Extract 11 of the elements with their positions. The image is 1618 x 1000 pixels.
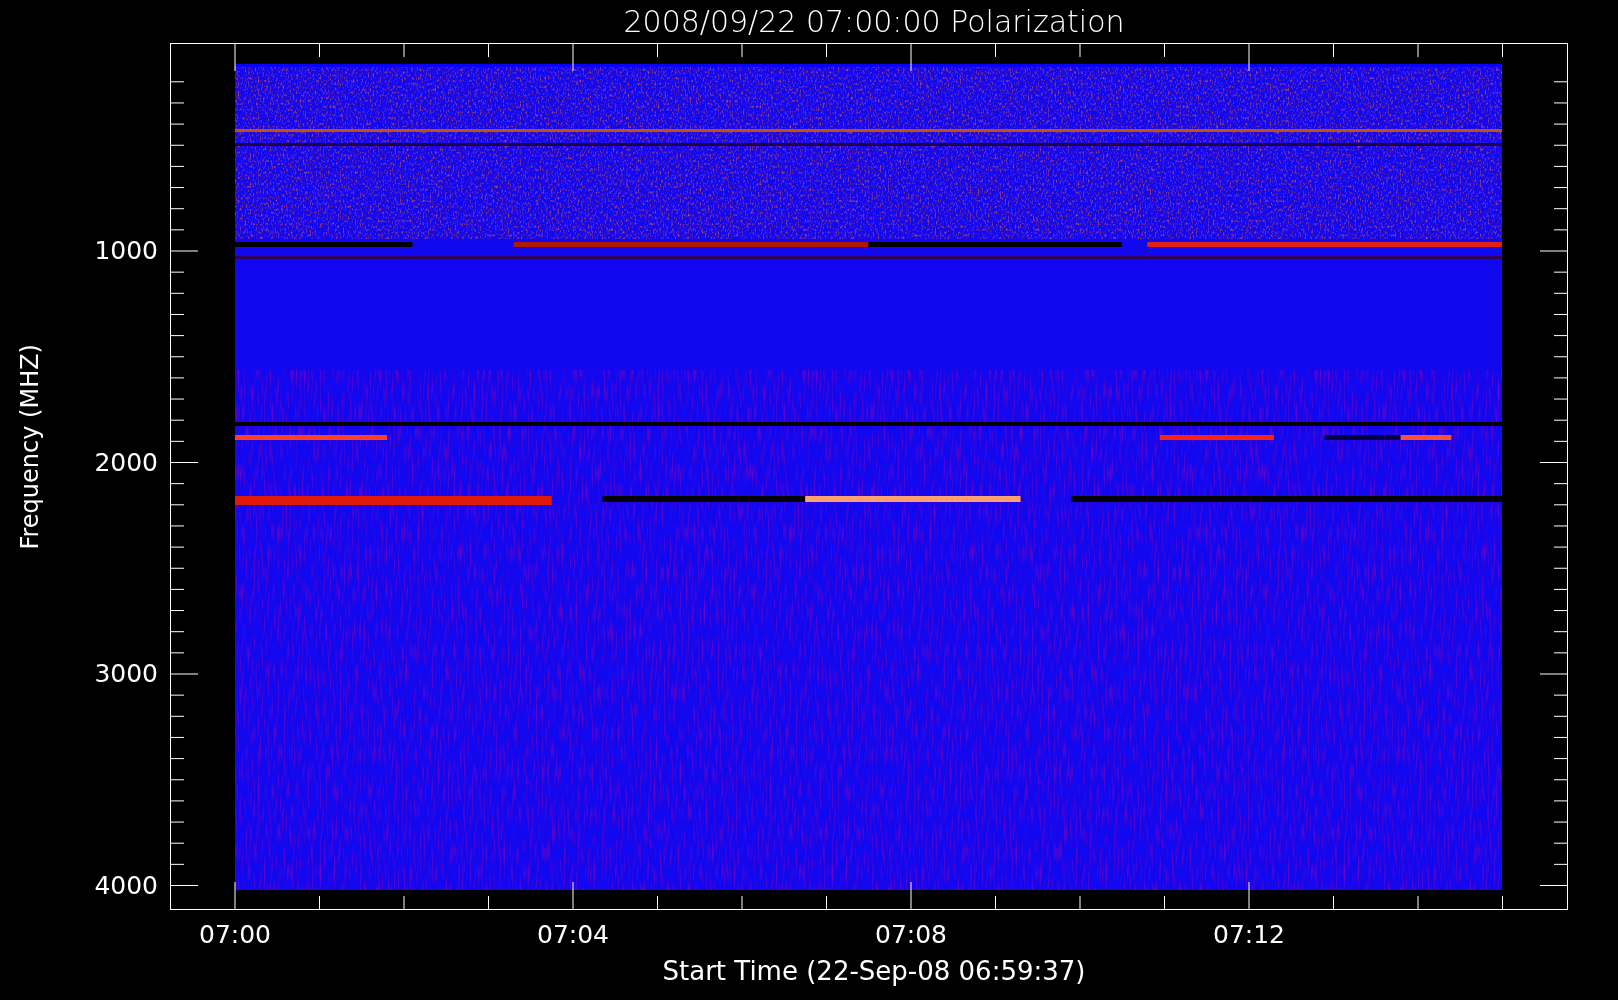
y-tick-label: 3000 xyxy=(94,659,158,689)
x-tick-label: 07:00 xyxy=(199,920,271,949)
x-tick-label: 07:12 xyxy=(1213,920,1285,949)
y-tick-label: 4000 xyxy=(94,870,158,901)
y-axis-label: Frequency (MHZ) xyxy=(16,343,44,550)
y-tick-label: 1000 xyxy=(94,236,158,266)
x-tick-label: 07:08 xyxy=(875,920,947,949)
y-tick-label: 2000 xyxy=(94,447,158,478)
chart-title: 2008/09/22 07:00:00 Polarization xyxy=(622,3,1126,41)
x-tick-label: 07:04 xyxy=(537,920,609,949)
x-axis-label: Start Time (22-Sep-08 06:59:37) xyxy=(662,956,1086,986)
